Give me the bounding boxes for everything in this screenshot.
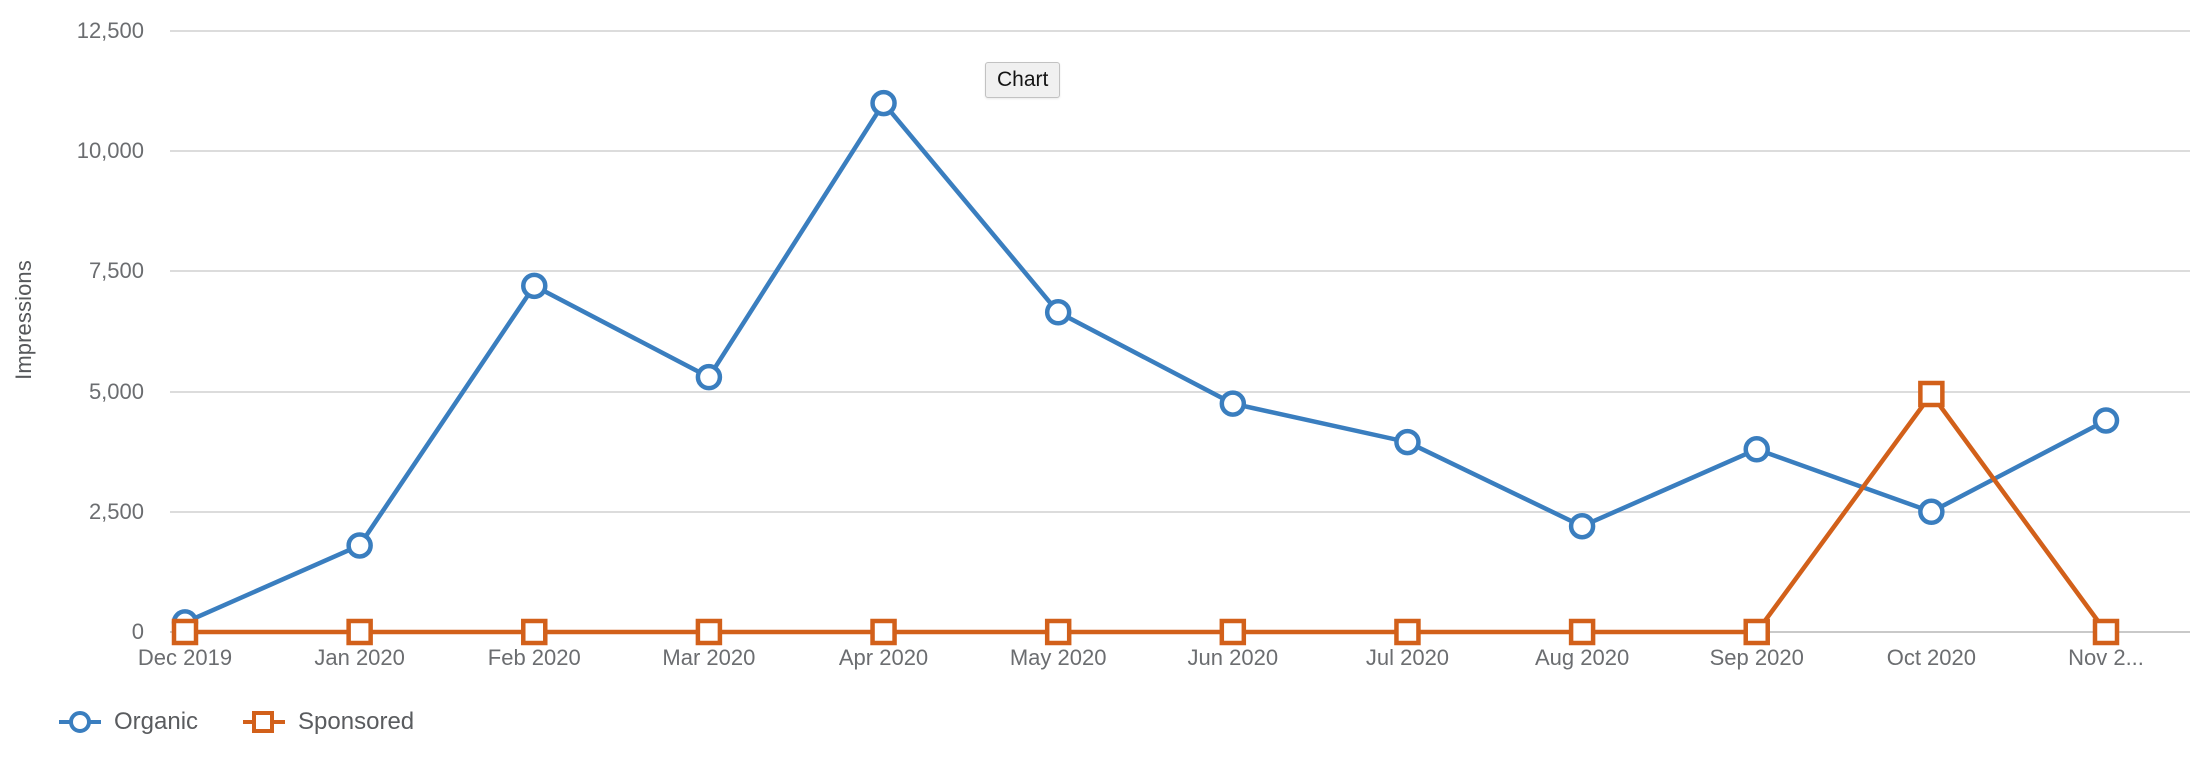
- data-point-circle[interactable]: [1568, 512, 1596, 540]
- chart-page: Impressions 0 2,500 5,000 7,500 10,000 12,500…: [0, 0, 2190, 768]
- series-line: [182, 391, 2109, 635]
- x-tick-label: Dec 2019: [137, 645, 233, 670]
- legend-label: Sponsored: [298, 708, 415, 735]
- y-axis-ticks: 0 2,500 5,000 7,500 10,000 12,500: [0, 0, 170, 700]
- series-sponsored: [171, 380, 2120, 646]
- data-point-circle[interactable]: [2092, 407, 2120, 434]
- x-tick-label: Aug 2020: [1534, 645, 1630, 670]
- y-tick-label: 5,000: [88, 378, 144, 404]
- y-tick-label: 2,500: [88, 498, 144, 524]
- legend-label: Organic: [114, 708, 199, 735]
- data-point-circle[interactable]: [1918, 498, 1945, 526]
- data-point-square[interactable]: [346, 618, 373, 646]
- series-organic: [171, 89, 2120, 636]
- chart-legend: Organic Sponsored: [58, 708, 414, 736]
- plot-area: [170, 0, 2190, 700]
- data-point-square[interactable]: [1568, 618, 1596, 646]
- legend-square-icon: [243, 711, 286, 733]
- x-tick-label: Jun 2020: [1187, 645, 1279, 670]
- data-point-circle[interactable]: [1044, 299, 1072, 326]
- x-axis-ticks: Dec 2019 Jan 2020 Feb 2020 Mar 2020 Apr 2020…: [138, 645, 2190, 685]
- chart-tooltip-badge: Chart: [985, 62, 1061, 99]
- data-point-square[interactable]: [171, 618, 199, 646]
- data-point-square[interactable]: [1219, 618, 1247, 646]
- y-tick-label: 0: [131, 619, 144, 644]
- legend-circle-icon: [59, 711, 101, 733]
- data-point-circle[interactable]: [695, 363, 723, 391]
- legend-item-organic[interactable]: Organic: [58, 708, 198, 736]
- data-point-circle[interactable]: [521, 272, 548, 300]
- data-point-circle[interactable]: [870, 89, 897, 117]
- data-point-square[interactable]: [1394, 618, 1421, 646]
- data-point-square[interactable]: [1918, 380, 1945, 408]
- data-point-circle[interactable]: [346, 532, 373, 559]
- x-tick-label: Jan 2020: [314, 645, 405, 670]
- data-point-circle[interactable]: [1743, 436, 1770, 463]
- legend-item-sponsored[interactable]: Sponsored: [242, 708, 414, 736]
- x-tick-label: Nov 2...: [2068, 645, 2144, 670]
- y-tick-label: 12,500: [76, 18, 144, 43]
- data-point-square[interactable]: [870, 618, 897, 646]
- data-point-circle[interactable]: [1219, 390, 1247, 417]
- data-point-square[interactable]: [1044, 618, 1072, 646]
- y-tick-label: 7,500: [88, 258, 144, 284]
- x-tick-label: Oct 2020: [1886, 645, 1976, 670]
- data-point-square[interactable]: [1743, 618, 1770, 646]
- series-line: [182, 100, 2109, 625]
- x-tick-label: Apr 2020: [838, 645, 929, 670]
- x-tick-label: May 2020: [1009, 645, 1107, 670]
- data-point-square[interactable]: [2092, 618, 2120, 646]
- x-tick-label: Mar 2020: [662, 645, 756, 670]
- data-point-circle[interactable]: [1394, 428, 1421, 456]
- data-point-square[interactable]: [695, 618, 723, 646]
- chart-series-layer: [171, 89, 2120, 646]
- data-point-square[interactable]: [521, 618, 548, 646]
- x-tick-label: Sep 2020: [1709, 645, 1804, 670]
- y-tick-label: 10,000: [76, 138, 144, 164]
- x-tick-label: Jul 2020: [1365, 645, 1450, 670]
- x-tick-label: Feb 2020: [487, 645, 581, 670]
